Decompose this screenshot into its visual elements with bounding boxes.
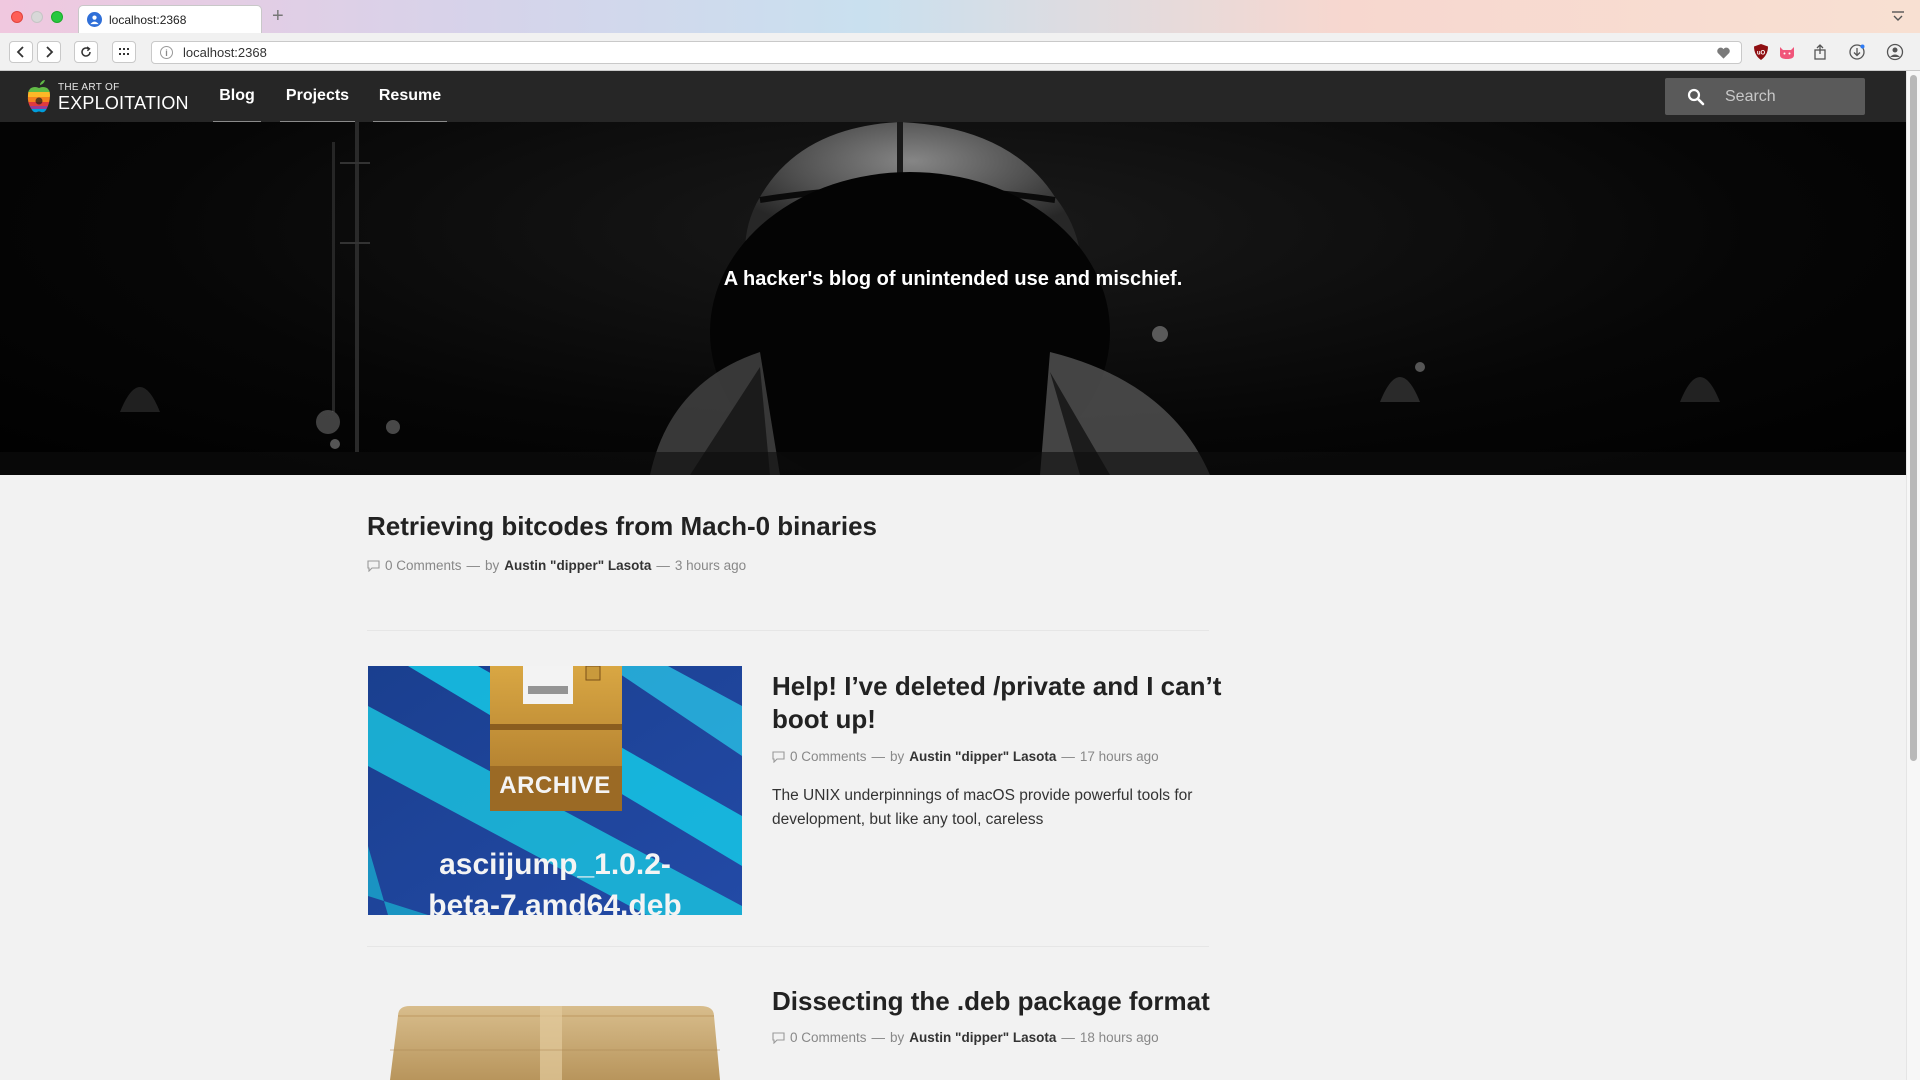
nav-blog[interactable]: Blog [213,71,261,122]
grid-icon [119,48,129,55]
site-logo[interactable]: THE ART OF EXPLOITATION [24,79,189,115]
chevron-right-icon [46,46,54,58]
meta-by: by [890,1030,905,1045]
logo-title: EXPLOITATION [58,92,189,113]
post-title[interactable]: Dissecting the .deb package format [772,985,1232,1018]
post-meta: 0 Comments — by Austin "dipper" Lasota —… [772,749,1232,764]
comment-count[interactable]: 0 Comments [790,1030,867,1045]
nav-resume[interactable]: Resume [373,71,447,122]
back-button[interactable] [9,41,33,63]
site-favicon-icon [87,12,102,27]
thumbnail-filename: asciijump_1.0.2- beta-7.amd64.deb [368,844,742,915]
post-time: 3 hours ago [674,558,747,573]
post-author[interactable]: Austin "dipper" Lasota [909,1030,1056,1045]
meta-separator: — [1061,749,1075,764]
meta-separator: — [871,1030,886,1045]
comment-count[interactable]: 0 Comments [385,558,462,573]
meta-separator: — [1061,1030,1075,1045]
account-button[interactable] [1884,42,1906,62]
close-window-button[interactable] [11,11,23,23]
post-title[interactable]: Retrieving bitcodes from Mach-0 binaries [367,510,1209,543]
downloads-button[interactable] [1846,42,1868,62]
logo-tagline-top: THE ART OF [58,81,120,93]
svg-text:uO: uO [1757,51,1766,57]
reload-button[interactable] [74,41,98,63]
post-card: Retrieving bitcodes from Mach-0 binaries… [367,510,1209,573]
post-meta: 0 Comments — by Austin "dipper" Lasota —… [367,558,1209,573]
hero-banner: A hacker's blog of unintended use and mi… [0,122,1906,475]
pink-cat-extension-button[interactable] [1776,42,1798,62]
cardboard-box-image [390,1006,720,1080]
post-meta: 0 Comments — by Austin "dipper" Lasota —… [772,1030,1232,1045]
post-time: 17 hours ago [1079,749,1159,764]
meta-separator: — [656,558,670,573]
meta-separator: — [871,749,886,764]
zoom-window-button[interactable] [51,11,63,23]
new-tab-button[interactable]: + [272,6,284,26]
post-excerpt: The UNIX underpinnings of macOS provide … [772,787,1193,828]
post-title[interactable]: Help! I’ve deleted /private and I can’t … [772,670,1232,736]
site-header: THE ART OF EXPLOITATION Blog Projects Re… [0,71,1906,122]
comment-count[interactable]: 0 Comments [790,749,867,764]
comment-icon [772,750,785,763]
meta-by: by [485,558,500,573]
meta-by: by [890,749,905,764]
site-tagline: A hacker's blog of unintended use and mi… [723,268,1183,290]
search-icon [1687,88,1705,105]
ublock-extension-button[interactable]: uO [1750,42,1772,62]
url-text: localhost:2368 [183,45,267,60]
scrollbar-thumb[interactable] [1910,75,1917,761]
tab-overview-icon[interactable] [1890,9,1906,23]
browser-toolbar: i localhost:2368 uO [0,33,1920,71]
forward-button[interactable] [37,41,61,63]
post-divider [367,630,1209,631]
thumbnail-archive-label: ARCHIVE [499,772,611,799]
site-info-icon[interactable]: i [160,46,173,59]
address-bar[interactable]: i localhost:2368 [151,41,1742,64]
nav-projects[interactable]: Projects [280,71,355,122]
tab-title: localhost:2368 [109,12,187,27]
meta-separator: — [466,558,481,573]
chevron-left-icon [16,46,24,58]
post-card: Help! I’ve deleted /private and I can’t … [772,670,1232,832]
comment-icon [772,1031,785,1044]
post-card: Dissecting the .deb package format 0 Com… [772,985,1232,1045]
heart-icon[interactable] [1716,46,1731,60]
top-sites-button[interactable] [112,41,136,63]
cat-face-icon [1780,47,1794,59]
post-thumbnail[interactable]: ARCHIVE asciijump_1.0.2- beta-7.amd64.de… [368,666,742,915]
rainbow-apple-icon [27,80,50,113]
thumbnail-filename-line2: beta-7.amd64.deb [428,889,682,915]
user-profile-icon [1886,43,1904,61]
post-divider [367,946,1209,947]
thumbnail-filename-line1: asciijump_1.0.2- [439,848,671,881]
reload-icon [81,46,91,57]
download-icon [1849,44,1865,60]
post-thumbnail[interactable] [368,990,742,1080]
post-author[interactable]: Austin "dipper" Lasota [909,749,1056,764]
search-input[interactable] [1725,87,1855,106]
post-author[interactable]: Austin "dipper" Lasota [504,558,651,573]
hooded-hacker-image [0,122,1906,475]
browser-tab[interactable]: localhost:2368 [78,5,262,33]
share-icon [1814,44,1826,60]
site-search[interactable] [1665,78,1865,115]
ublock-shield-icon: uO [1754,44,1768,60]
comment-icon [367,559,380,572]
browser-titlebar: localhost:2368 + [0,0,1920,33]
page-scrollbar[interactable] [1906,71,1920,1080]
minimize-window-button[interactable] [31,11,43,23]
post-time: 18 hours ago [1079,1030,1159,1045]
share-button[interactable] [1809,42,1831,62]
